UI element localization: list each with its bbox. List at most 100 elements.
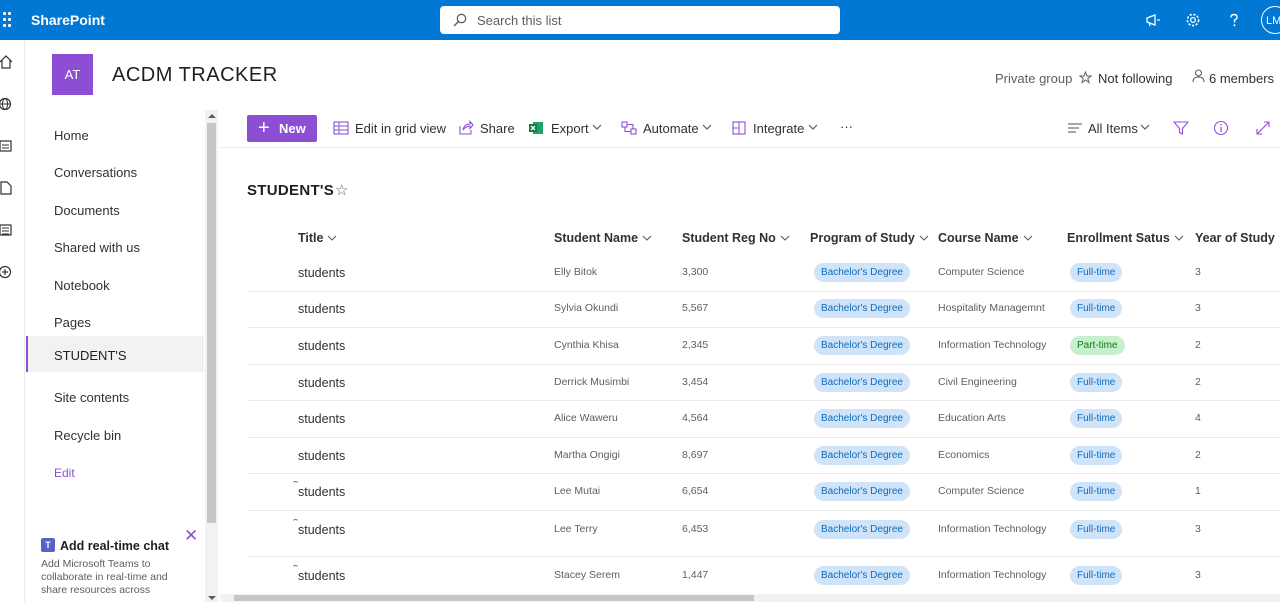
search-placeholder[interactable]: Search this list [477, 13, 562, 28]
column-header-program-of-study[interactable]: Program of Study [810, 231, 929, 245]
cell-title[interactable]: students [298, 485, 345, 499]
nav-item-recycle-bin[interactable]: Recycle bin [26, 415, 204, 452]
search-box[interactable]: Search this list [440, 6, 840, 34]
nav-scroll-thumb[interactable] [207, 123, 216, 523]
close-icon[interactable]: ✕ [184, 526, 198, 546]
view-options-icon [1068, 123, 1082, 133]
table-row[interactable]: students Elly Bitok 3,300 Bachelor's Degree… [247, 255, 1280, 292]
chat-card-title: Add real-time chat [60, 539, 170, 553]
column-header-title[interactable]: Title [298, 231, 337, 245]
cell-year-of-study: 3 [1195, 302, 1201, 314]
cell-year-of-study: 2 [1195, 449, 1201, 461]
table-row[interactable]: students Sylvia Okundi 5,567 Bachelor's Deg… [247, 291, 1280, 328]
nav-item-shared-with-us[interactable]: Shared with us [26, 227, 204, 264]
star-icon[interactable] [1079, 71, 1092, 84]
chevron-down-icon[interactable] [642, 234, 652, 242]
column-header-year-of-study[interactable]: Year of Study [1195, 231, 1280, 245]
share-button[interactable]: Share [480, 121, 515, 136]
column-header-student-name[interactable]: Student Name [554, 231, 652, 245]
export-button[interactable]: Export [551, 121, 589, 136]
gear-icon[interactable] [1185, 12, 1201, 28]
help-icon[interactable] [1226, 12, 1242, 28]
user-avatar[interactable]: LM [1261, 6, 1280, 34]
chevron-down-icon[interactable] [702, 122, 712, 132]
lists-icon[interactable] [0, 223, 12, 237]
nav-item-site-contents[interactable]: Site contents [26, 377, 204, 414]
edit-grid-view-button[interactable]: Edit in grid view [355, 121, 446, 136]
news-icon[interactable] [0, 139, 12, 153]
cell-student-name: Elly Bitok [554, 266, 598, 278]
table-row[interactable]: students Alice Waweru 4,564 Bachelor's Degr… [247, 401, 1280, 438]
automate-button[interactable]: Automate [643, 121, 699, 136]
cell-title[interactable]: students [298, 569, 345, 583]
nav-scrollbar[interactable] [205, 110, 218, 602]
chevron-down-icon[interactable] [1023, 234, 1033, 242]
info-icon[interactable] [1213, 120, 1229, 136]
app-brand[interactable]: SharePoint [31, 12, 105, 28]
cell-title[interactable]: students [298, 523, 345, 537]
cell-title[interactable]: students [298, 412, 345, 426]
chevron-down-icon[interactable] [592, 122, 602, 132]
nav-item-home[interactable]: Home [26, 115, 204, 152]
chevron-down-icon[interactable] [780, 234, 790, 242]
table-row[interactable]: students Cynthia Khisa 2,345 Bachelor's Deg… [247, 328, 1280, 365]
enrollment-pill: Full-time [1070, 566, 1123, 585]
cell-title[interactable]: students [298, 449, 345, 463]
column-header-enrollment-status[interactable]: Enrollment Satus [1067, 231, 1184, 245]
scroll-up-arrow-icon[interactable] [208, 114, 216, 118]
enrollment-pill: Full-time [1070, 373, 1123, 392]
horizontal-scroll-thumb[interactable] [234, 595, 754, 601]
nav-edit-link[interactable]: Edit [26, 453, 204, 490]
table-row[interactable]: students Derrick Musimbi 3,454 Bachelor's D… [247, 365, 1280, 401]
more-options-button[interactable]: ··· [840, 119, 853, 134]
nav-item-pages[interactable]: Pages [26, 302, 204, 339]
nav-item-documents[interactable]: Documents [26, 190, 204, 227]
chevron-down-icon[interactable] [919, 234, 929, 242]
cell-title[interactable]: students [298, 302, 345, 316]
new-item-button[interactable]: + New [247, 115, 317, 142]
megaphone-icon[interactable] [1145, 12, 1161, 28]
cell-reg-no: 4,564 [682, 412, 709, 424]
cell-title[interactable]: students [298, 339, 345, 353]
nav-item-notebook[interactable]: Notebook [26, 265, 204, 302]
site-title[interactable]: ACDM TRACKER [112, 64, 278, 87]
follow-button[interactable]: Not following [1098, 71, 1172, 86]
members-button[interactable]: 6 members [1209, 71, 1274, 86]
person-icon [1192, 69, 1205, 83]
integrate-button[interactable]: Integrate [753, 121, 804, 136]
enrollment-pill: Full-time [1070, 482, 1123, 501]
cell-title[interactable]: students [298, 376, 345, 390]
scroll-down-arrow-icon[interactable] [208, 596, 216, 600]
teams-icon: T [41, 538, 55, 552]
waffle-icon[interactable] [0, 11, 14, 29]
chevron-down-icon[interactable] [808, 122, 818, 132]
globe-icon[interactable] [0, 97, 12, 111]
filter-icon[interactable] [1173, 120, 1189, 136]
table-row[interactable]: students Lee Mutai 6,654 Bachelor's Degree C… [247, 474, 1280, 511]
program-pill: Bachelor's Degree [814, 263, 910, 282]
horizontal-scrollbar[interactable] [220, 594, 1280, 602]
program-pill: Bachelor's Degree [814, 446, 910, 465]
view-switcher[interactable]: All Items [1088, 121, 1138, 136]
nav-item-students[interactable]: STUDENT'S [26, 336, 204, 372]
chevron-down-icon[interactable] [1174, 234, 1184, 242]
site-logo[interactable]: AT [52, 54, 93, 95]
program-pill: Bachelor's Degree [814, 482, 910, 501]
table-row[interactable]: students Martha Ongigi 8,697 Bachelor's Deg… [247, 438, 1280, 474]
column-header-student-reg-no[interactable]: Student Reg No [682, 231, 790, 245]
expand-icon[interactable] [1255, 120, 1271, 136]
favorite-star-icon[interactable]: ☆ [335, 181, 348, 199]
files-icon[interactable] [0, 181, 12, 195]
create-icon[interactable] [0, 265, 12, 279]
cell-reg-no: 5,567 [682, 302, 709, 314]
cell-year-of-study: 3 [1195, 569, 1201, 581]
program-pill: Bachelor's Degree [814, 566, 910, 585]
nav-item-conversations[interactable]: Conversations [26, 152, 204, 189]
chevron-down-icon[interactable] [327, 234, 337, 242]
column-header-course-name[interactable]: Course Name [938, 231, 1033, 245]
table-row[interactable]: students Stacey Serem 1,447 Bachelor's Degr… [247, 557, 1280, 597]
home-icon[interactable] [0, 55, 12, 69]
chevron-down-icon[interactable] [1140, 122, 1150, 132]
table-row[interactable]: students Lee Terry 6,453 Bachelor's Degree I… [247, 511, 1280, 557]
cell-title[interactable]: students [298, 266, 345, 280]
